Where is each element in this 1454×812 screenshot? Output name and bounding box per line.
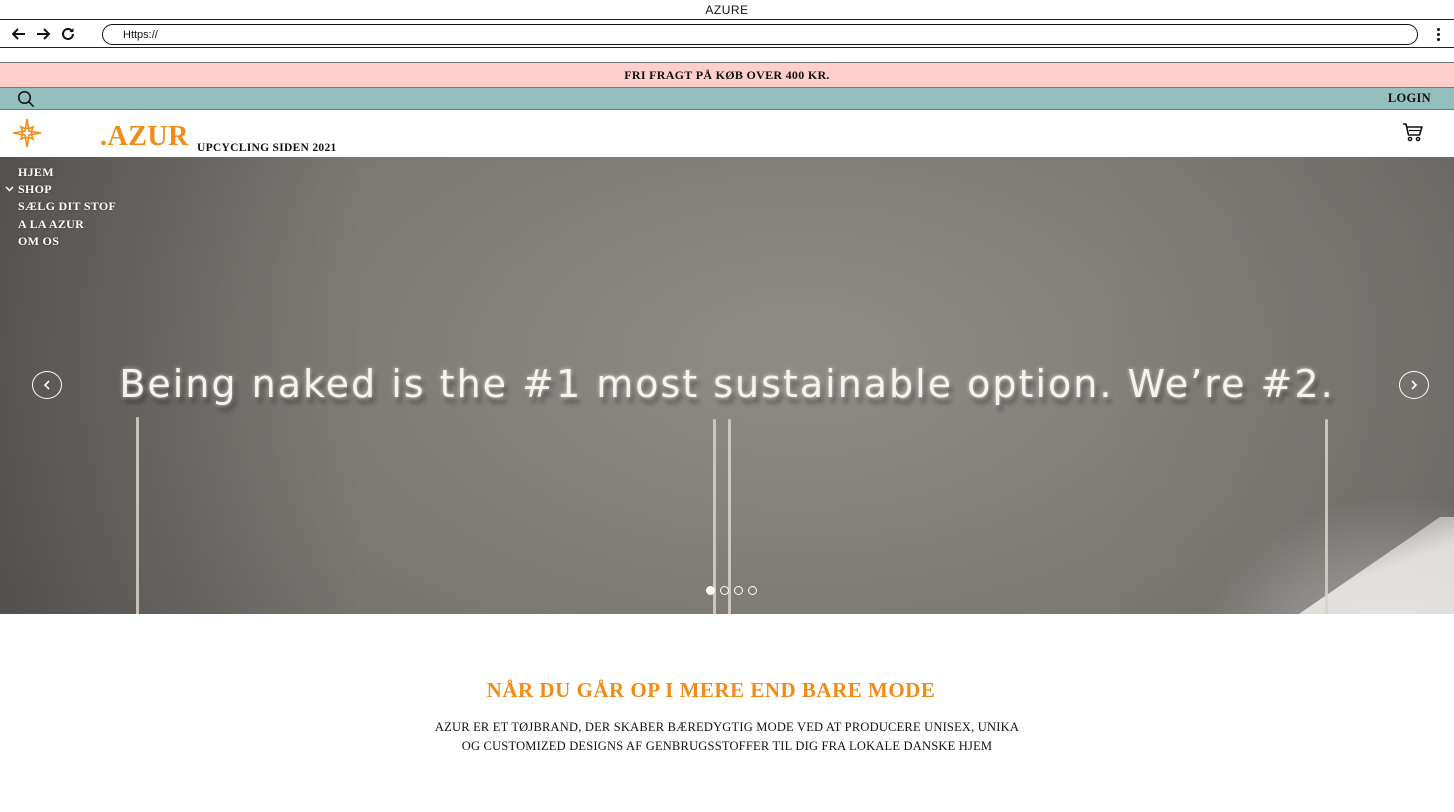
nav-item-om-os[interactable]: OM OS <box>18 233 116 250</box>
slider-prev-button[interactable] <box>32 371 62 399</box>
reload-icon <box>62 27 74 40</box>
slider-dot-3[interactable] <box>734 586 743 595</box>
slider-dot-1[interactable] <box>706 586 715 595</box>
nav-item-shop[interactable]: SHOP <box>5 181 116 198</box>
promo-banner: FRI FRAGT PÅ KØB OVER 400 KR. <box>0 62 1454 88</box>
cart-button[interactable] <box>1402 121 1424 143</box>
hero-wire <box>728 419 731 614</box>
chevron-right-icon <box>1411 380 1418 390</box>
hero-wire <box>713 419 716 614</box>
slider-next-button[interactable] <box>1399 371 1429 399</box>
browser-menu-button[interactable] <box>1430 24 1446 44</box>
window-title: AZURE <box>0 0 1454 20</box>
main-nav: HJEM SHOP SÆLG DIT STOF A LA AZUR OM OS <box>0 157 116 250</box>
utility-bar: LOGIN <box>0 88 1454 110</box>
hero-slider: Being naked is the #1 most sustainable o… <box>0 157 1454 614</box>
back-arrow-icon <box>12 28 25 40</box>
forward-button[interactable] <box>33 24 53 44</box>
nav-item-hjem[interactable]: HJEM <box>18 164 116 181</box>
menu-dot <box>1436 32 1440 36</box>
hero-neon-text: Being naked is the #1 most sustainable o… <box>119 362 1335 406</box>
reload-button[interactable] <box>58 24 78 44</box>
slider-dots <box>706 586 757 595</box>
intro-line-2: OG CUSTOMIZED DESIGNS AF GENBRUGSSTOFFER… <box>461 739 993 753</box>
site-header: .AZUR UPCYCLING SIDEN 2021 <box>0 110 1454 157</box>
forward-arrow-icon <box>37 28 50 40</box>
slider-dot-2[interactable] <box>720 586 729 595</box>
nav-item-saelg-dit-stof[interactable]: SÆLG DIT STOF <box>18 198 116 215</box>
login-link[interactable]: LOGIN <box>1388 91 1431 106</box>
url-input[interactable] <box>102 24 1418 45</box>
search-icon <box>17 90 35 108</box>
hero-wire <box>136 417 139 614</box>
back-button[interactable] <box>9 24 29 44</box>
nav-item-shop-label: SHOP <box>18 182 52 197</box>
logo[interactable] <box>12 118 42 148</box>
brand-tagline: UPCYCLING SIDEN 2021 <box>197 142 337 154</box>
intro-title: NÅR DU GÅR OP I MERE END BARE MODE <box>486 678 936 702</box>
brand-name[interactable]: .AZUR <box>100 123 189 151</box>
slider-dot-4[interactable] <box>748 586 757 595</box>
browser-toolbar <box>0 20 1454 48</box>
chevron-down-icon <box>5 186 14 192</box>
menu-dot <box>1436 37 1440 41</box>
menu-dots-icon <box>1436 27 1440 31</box>
hero-wire <box>1325 419 1328 614</box>
intro-line-1: AZUR ER ET TØJBRAND, DER SKABER BÆREDYGT… <box>434 720 1020 734</box>
search-button[interactable] <box>17 90 35 108</box>
cart-icon <box>1403 123 1423 142</box>
compass-star-logo-icon <box>12 118 42 148</box>
nav-item-a-la-azur[interactable]: A LA AZUR <box>18 216 116 233</box>
intro-text: AZUR ER ET TØJBRAND, DER SKABER BÆREDYGT… <box>0 718 1454 756</box>
chevron-left-icon <box>43 380 50 390</box>
